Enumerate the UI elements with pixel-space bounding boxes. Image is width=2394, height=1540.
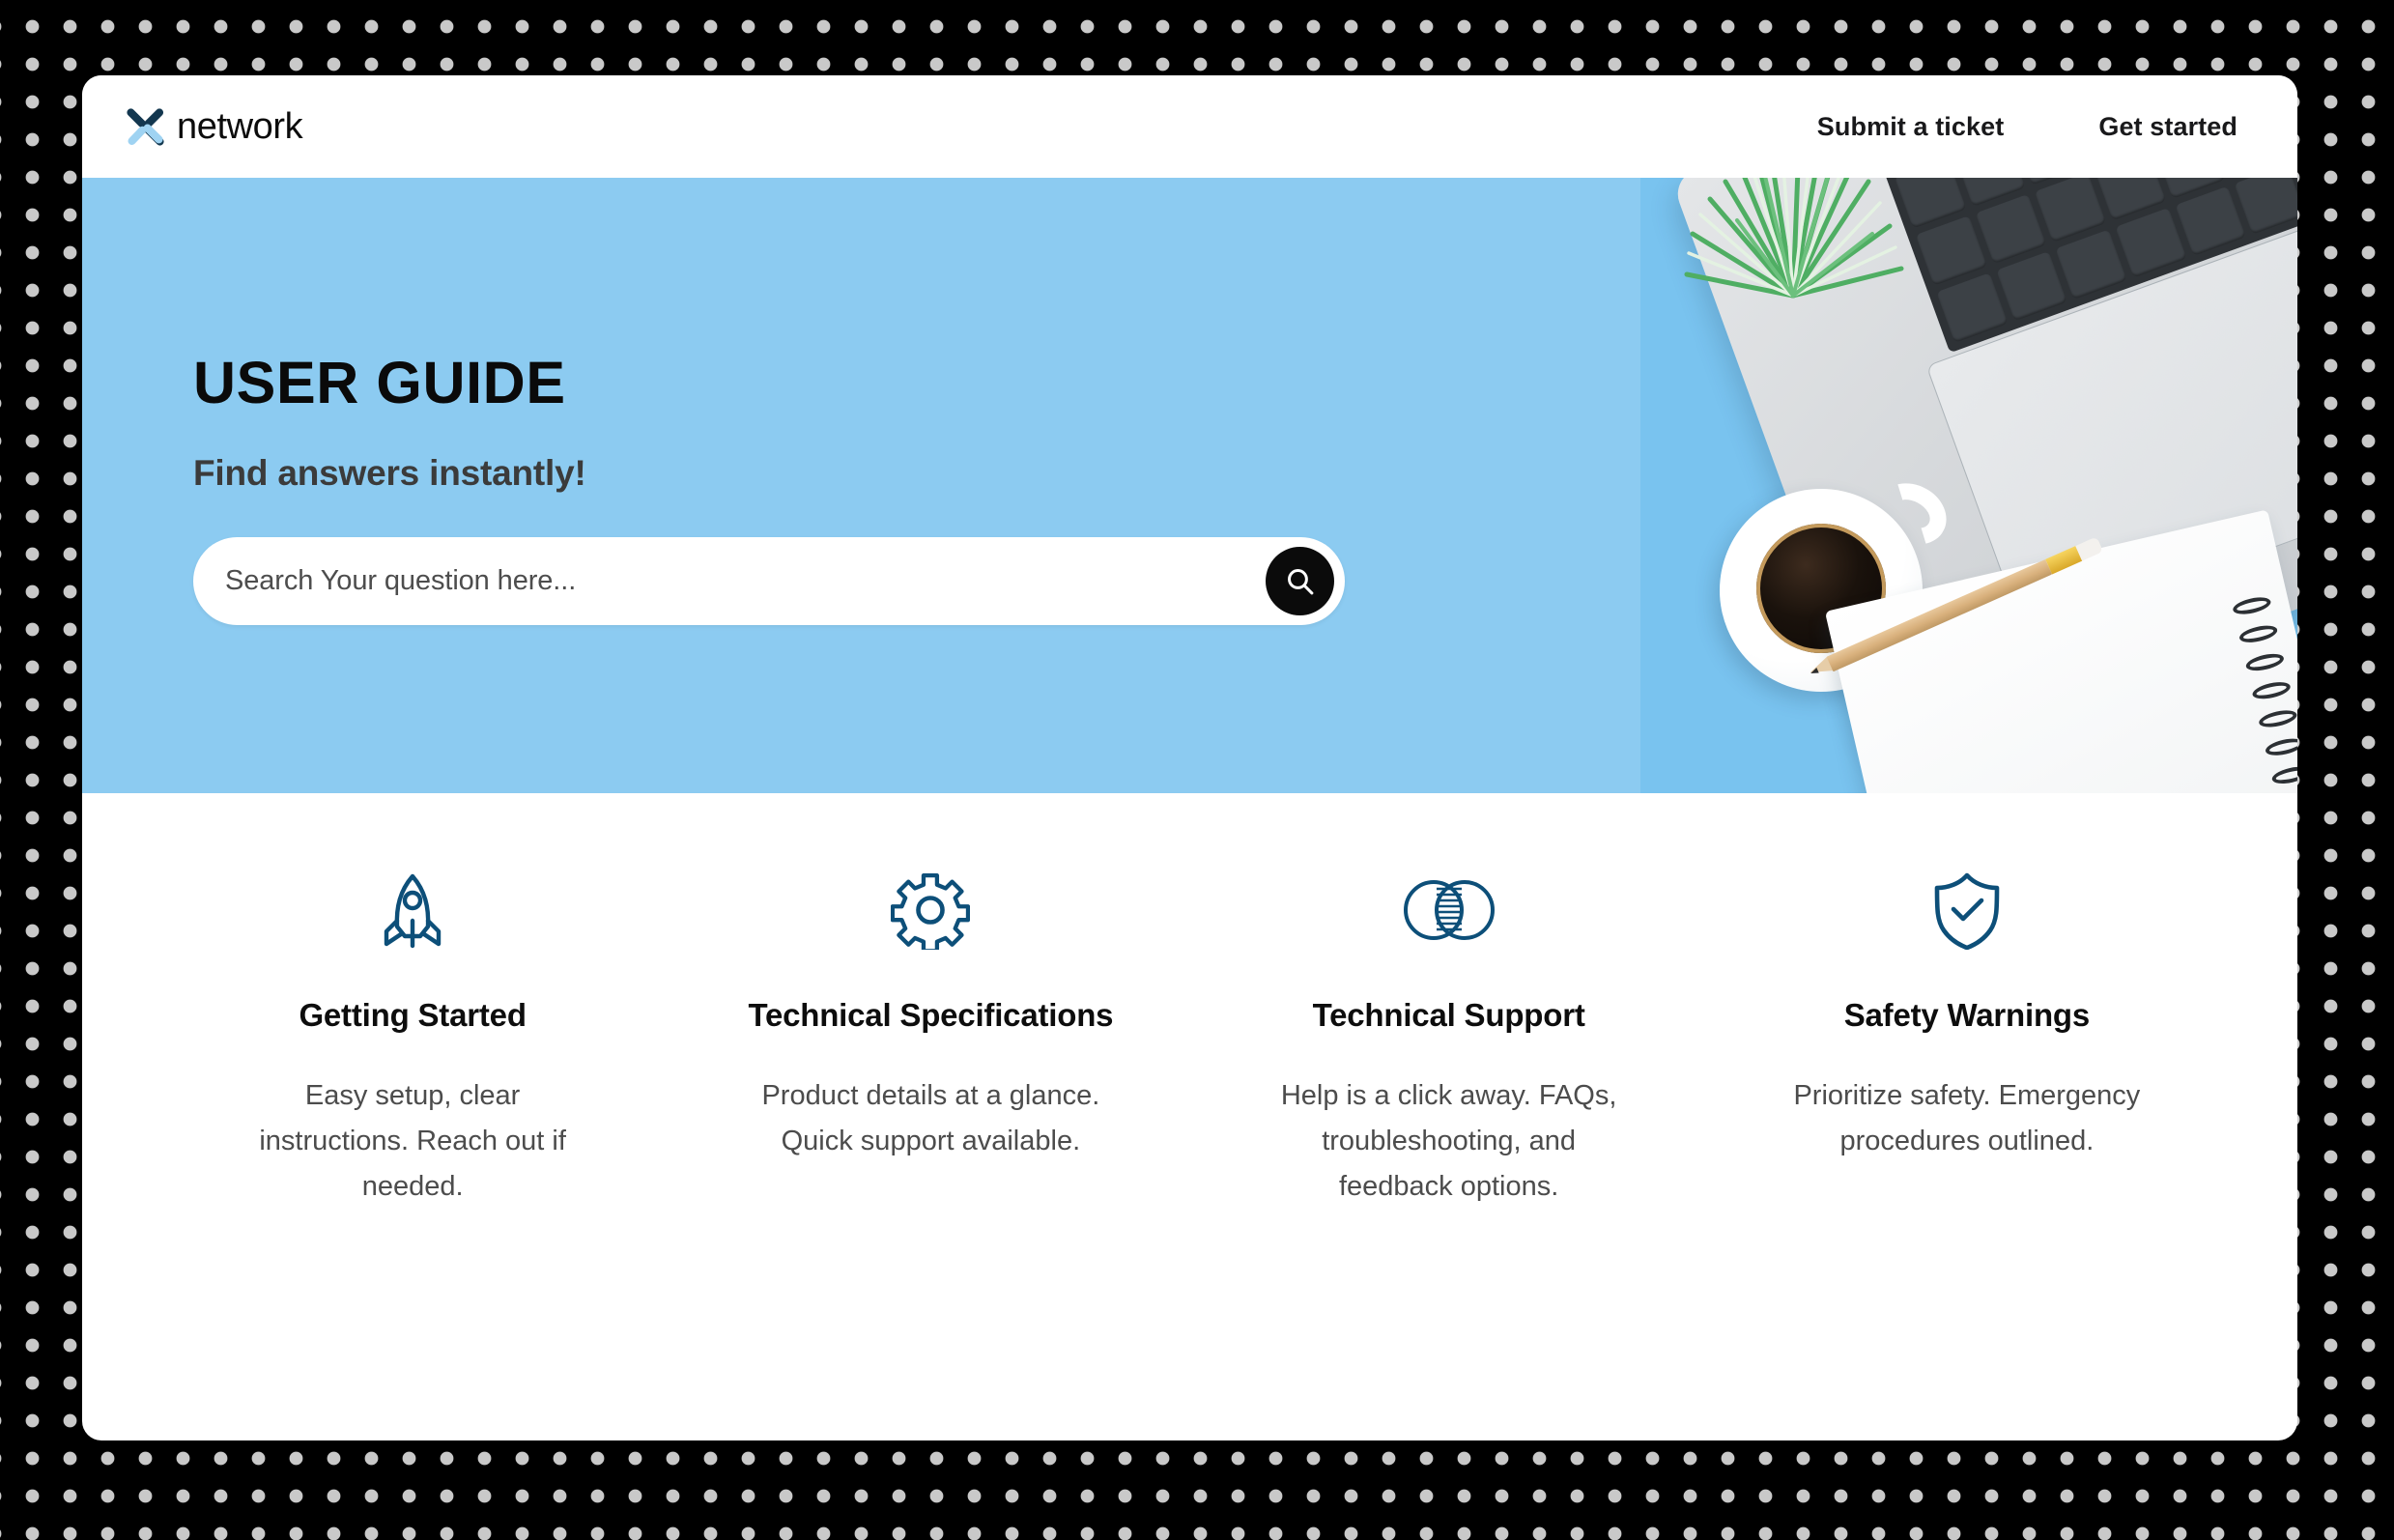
gear-icon	[891, 873, 971, 950]
feature-icon-wrapper	[891, 870, 971, 950]
feature-icon-wrapper	[1929, 870, 2005, 950]
feature-description: Help is a click away. FAQs, troubleshoot…	[1280, 1080, 1617, 1203]
brand-logo[interactable]: network	[125, 106, 303, 148]
nav-link-get-started[interactable]: Get started	[2098, 112, 2237, 142]
top-navigation-bar: network Submit a ticket Get started	[82, 75, 2297, 178]
potted-plant-image	[1684, 178, 1904, 299]
page-title: USER GUIDE	[193, 350, 566, 415]
hero-subtitle: Find answers instantly!	[193, 453, 586, 493]
search-bar[interactable]	[193, 537, 1345, 625]
hero-section: USER GUIDE Find answers instantly!	[82, 178, 2297, 793]
feature-card-safety-warnings[interactable]: Safety Warnings Prioritize safety. Emerg…	[1708, 870, 2226, 1210]
hero-photo	[1640, 178, 2297, 793]
notebook-spiral-binding	[2231, 594, 2297, 793]
x-network-logo-icon	[127, 107, 164, 146]
search-icon	[1287, 568, 1313, 594]
search-input[interactable]	[193, 565, 1266, 597]
search-button[interactable]	[1266, 547, 1334, 615]
feature-card-list: Getting Started Easy setup, clear instru…	[82, 793, 2297, 1211]
feature-description: Prioritize safety. Emergency procedures …	[1793, 1080, 2141, 1157]
feature-title: Technical Specifications	[748, 997, 1114, 1033]
feature-title: Safety Warnings	[1843, 997, 2091, 1033]
feature-card-getting-started[interactable]: Getting Started Easy setup, clear instru…	[154, 870, 671, 1210]
shield-check-icon	[1934, 872, 2000, 950]
rocket-icon	[384, 873, 442, 949]
feature-title: Getting Started	[299, 997, 527, 1033]
feature-icon-wrapper	[1402, 870, 1496, 950]
feature-title: Technical Support	[1312, 997, 1585, 1033]
brand-name: network	[177, 106, 303, 147]
nav-links: Submit a ticket Get started	[1817, 112, 2297, 142]
nav-link-submit-a-ticket[interactable]: Submit a ticket	[1817, 112, 2005, 142]
feature-description: Product details at a glance. Quick suppo…	[761, 1080, 1100, 1157]
hero-copy: USER GUIDE Find answers instantly!	[193, 178, 1345, 625]
feature-icon-wrapper	[376, 870, 449, 950]
page-card: network Submit a ticket Get started USER…	[82, 75, 2297, 1440]
feature-card-technical-specifications[interactable]: Technical Specifications Product details…	[671, 870, 1189, 1210]
feature-card-technical-support[interactable]: Technical Support Help is a click away. …	[1190, 870, 1708, 1210]
overlapping-circles-icon	[1403, 880, 1495, 940]
feature-description: Easy setup, clear instructions. Reach ou…	[259, 1080, 566, 1203]
